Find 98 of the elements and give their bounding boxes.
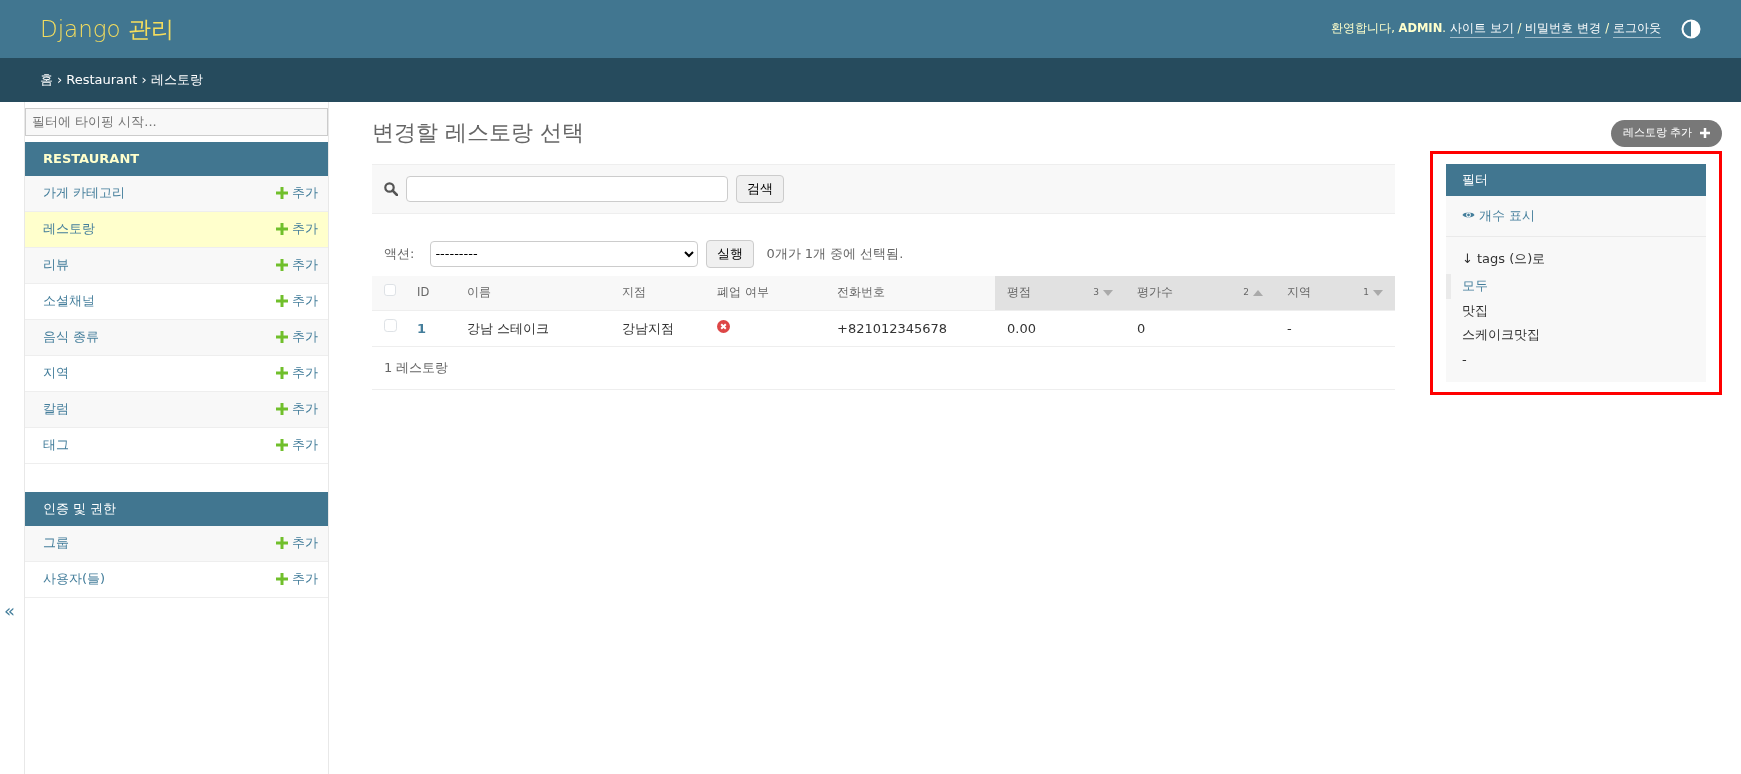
table-cell: 0 [1137,320,1146,336]
plus-icon [276,187,288,199]
add-link[interactable]: 추가 [276,569,318,589]
plus-icon [276,403,288,415]
sort-priority: 3 [1093,286,1099,299]
filter-choice[interactable]: 스케이크맛집 [1446,323,1706,348]
sidebar-item[interactable]: 리뷰 추가 [25,247,328,284]
filter-group-title: ↓ tags (으)로 [1461,249,1547,268]
plus-icon [276,573,288,585]
row-checkbox[interactable] [384,318,397,332]
add-restaurant-button[interactable]: 레스토랑 추가 [1610,120,1722,147]
column-header-cell: 전화번호 [825,275,995,311]
add-link[interactable]: 추가 [276,399,318,419]
header-link[interactable]: 로그아웃 [1613,19,1661,39]
column-header[interactable]: 평점 [1007,284,1031,302]
theme-toggle-icon[interactable] [1681,19,1701,39]
sidebar-item[interactable]: 사용자(들) 추가 [25,561,328,598]
column-header-cell: ID [405,275,455,311]
sort-arrow-icon[interactable] [1373,289,1383,296]
plus-icon [276,259,288,271]
sidebar-item[interactable]: 음식 종류 추가 [25,319,328,356]
separator-text: / [1605,20,1609,38]
column-header-cell: 폐업 여부 [705,275,825,311]
breadcrumb-current: 레스토랑 [150,71,203,90]
filter-choice[interactable]: 모두 [1446,274,1706,299]
plus-icon [276,537,288,549]
sidebar-item[interactable]: 칼럼 추가 [25,391,328,428]
sort-priority: 2 [1243,286,1249,299]
sidebar-filter-field[interactable]: 필터에 타이핑 시작... [25,108,328,136]
breadcrumb-link[interactable]: Restaurant [66,70,138,90]
plus-icon [276,295,288,307]
table-cell: 0.00 [1007,320,1036,336]
site-title: Django 관리 [40,14,174,44]
column-header-cell: 이름 [455,275,610,311]
sort-priority: 1 [1363,286,1369,299]
show-counts-link[interactable]: 개수 표시 [1462,205,1536,225]
page-title: 변경할 레스토랑 선택 [372,120,584,147]
add-link[interactable]: 추가 [276,533,318,553]
model-link[interactable]: 태그 [43,435,69,455]
table-cell: 강남 스테이크 [467,320,550,336]
select-all-checkbox[interactable] [384,284,396,296]
add-link[interactable]: 추가 [276,291,318,311]
search-icon [384,181,398,196]
search-button[interactable]: 검색 [736,174,784,203]
app-header[interactable]: 인증 및 권한 [25,491,328,526]
breadcrumb-link[interactable]: 홈 [40,70,53,90]
model-link[interactable]: 사용자(들) [43,569,106,589]
run-button[interactable]: 실행 [706,239,755,268]
column-header[interactable]: 평가수 [1137,284,1173,302]
model-link[interactable]: 칼럼 [43,399,69,419]
selection-counter: 0개가 1개 중에 선택됨. [766,244,904,263]
row-link[interactable]: 1 [417,320,427,336]
filter-choice[interactable]: - [1446,347,1706,373]
add-link[interactable]: 추가 [276,255,318,275]
header-link[interactable]: 사이트 보기 [1449,19,1514,39]
add-link[interactable]: 추가 [276,327,318,347]
header-link[interactable]: 비밀번호 변경 [1525,19,1602,39]
plus-icon [1700,128,1710,139]
result-count: 1 레스토랑 [384,359,449,378]
sidebar-item[interactable]: 소셜채널 추가 [25,283,328,320]
action-label: 액션: [384,244,415,263]
add-link[interactable]: 추가 [276,183,318,203]
app-header[interactable]: RESTAURANT [25,141,328,176]
plus-icon [276,439,288,451]
add-link[interactable]: 추가 [276,435,318,455]
sort-arrow-icon[interactable] [1103,289,1113,296]
plus-icon [276,331,288,343]
welcome-text: 환영합니다, ADMIN. [1331,20,1446,38]
add-link[interactable]: 추가 [276,363,318,383]
separator-text: / [1517,20,1522,38]
filter-choice[interactable]: 맛집 [1446,298,1706,324]
action-select[interactable]: --------- [430,240,699,267]
breadcrumb-separator: › [141,71,147,90]
column-header[interactable]: 지역 [1287,284,1311,302]
sort-arrow-icon[interactable] [1253,289,1263,296]
sidebar-item[interactable]: 태그 추가 [25,427,328,464]
filter-title: 필터 [1446,163,1706,196]
search-field[interactable] [406,175,728,202]
table-cell: 강남지점 [622,320,674,336]
model-link[interactable]: 그룹 [43,533,69,553]
plus-icon [276,367,288,379]
model-link[interactable]: 가게 카테고리 [43,183,126,203]
model-link[interactable]: 레스토랑 [43,219,95,239]
sidebar-item[interactable]: 지역 추가 [25,355,328,392]
collapse-sidebar-button[interactable]: « [4,597,15,624]
table-cell: - [1287,320,1292,336]
plus-icon [276,223,288,235]
sidebar-item[interactable]: 레스토랑 추가 [25,211,328,248]
add-link[interactable]: 추가 [276,219,318,239]
model-link[interactable]: 소셜채널 [43,291,95,311]
model-link[interactable]: 리뷰 [43,255,69,275]
model-link[interactable]: 지역 [43,363,69,383]
sidebar-item[interactable]: 그룹 추가 [25,525,328,562]
table-cell: +821012345678 [837,320,948,336]
breadcrumb-separator: › [57,71,63,90]
sidebar-item[interactable]: 가게 카테고리 추가 [25,175,328,212]
column-header-cell: 지점 [610,275,705,311]
model-link[interactable]: 음식 종류 [43,327,100,347]
